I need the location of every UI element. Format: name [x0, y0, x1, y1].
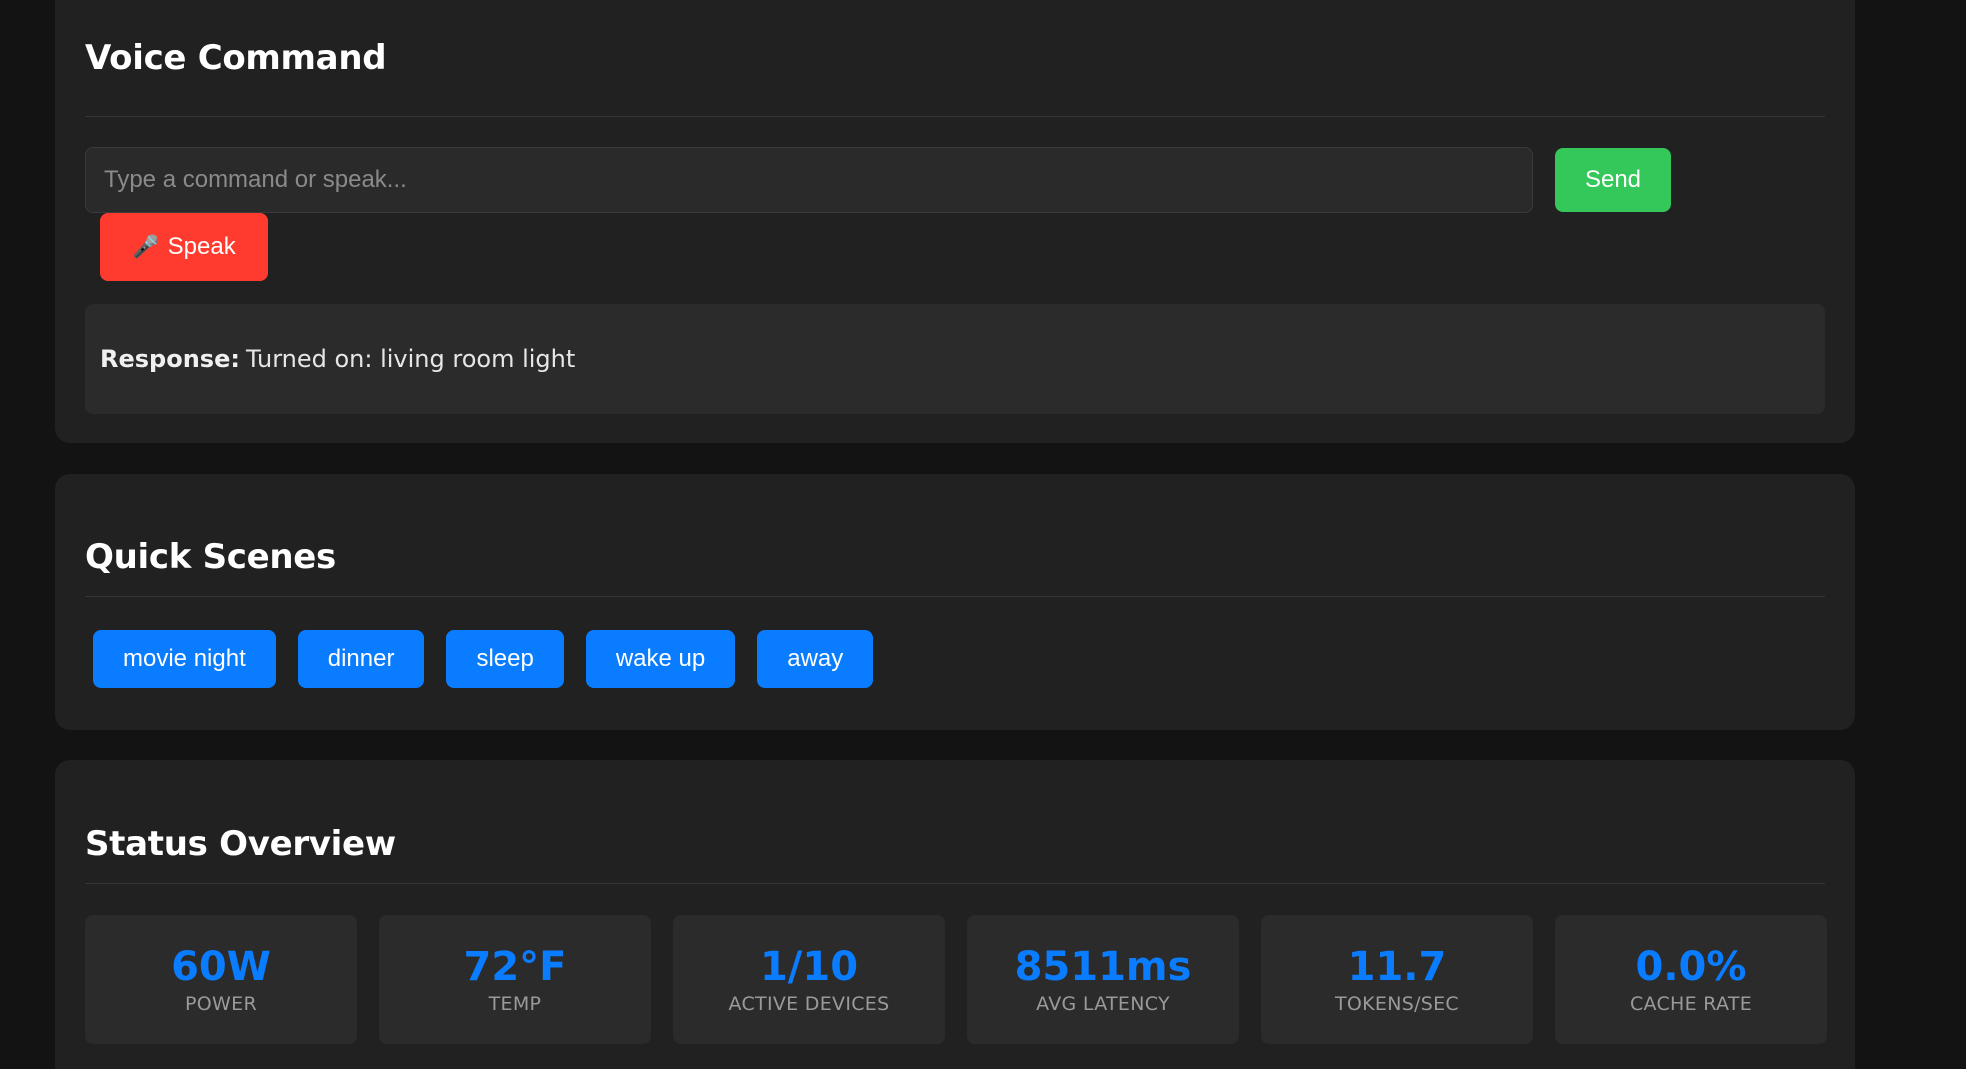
stat-label: AVG LATENCY: [1036, 992, 1170, 1015]
stat-tile-avg-latency: 8511ms AVG LATENCY: [967, 915, 1239, 1044]
stat-value: 1/10: [759, 943, 859, 990]
dashboard-page: Voice Command Send 🎤 Speak Response: Tur…: [0, 0, 1966, 1069]
scene-button-movie-night[interactable]: movie night: [93, 630, 276, 688]
stat-tile-cache-rate: 0.0% CACHE RATE: [1555, 915, 1827, 1044]
stat-label: TOKENS/SEC: [1334, 992, 1460, 1015]
send-button-label: Send: [1584, 166, 1642, 193]
scene-button-list: movie night dinner sleep wake up away: [93, 630, 874, 688]
stat-value: 72°F: [463, 943, 567, 990]
stat-tile-active-devices: 1/10 ACTIVE DEVICES: [673, 915, 945, 1044]
scene-button-sleep[interactable]: sleep: [446, 630, 564, 688]
response-box: Response: Turned on: living room light: [85, 304, 1825, 414]
microphone-icon: 🎤: [132, 234, 160, 259]
scene-button-dinner[interactable]: dinner: [297, 630, 425, 688]
voice-command-divider: [85, 116, 1825, 117]
response-text: Turned on: living room light: [245, 345, 576, 373]
stat-value: 8511ms: [1014, 943, 1192, 990]
stat-label: TEMP: [488, 992, 542, 1015]
voice-command-title: Voice Command: [85, 38, 387, 78]
stat-label: POWER: [185, 992, 257, 1015]
status-overview-title: Status Overview: [85, 824, 396, 864]
quick-scenes-card: Quick Scenes movie night dinner sleep wa…: [55, 474, 1855, 730]
scene-button-wake-up[interactable]: wake up: [585, 630, 736, 688]
stat-tile-temp: 72°F TEMP: [379, 915, 651, 1044]
stat-value: 60W: [171, 943, 271, 990]
stat-label: ACTIVE DEVICES: [728, 992, 890, 1015]
stat-value: 11.7: [1347, 943, 1447, 990]
stat-tile-tokens-per-sec: 11.7 TOKENS/SEC: [1261, 915, 1533, 1044]
command-input[interactable]: [85, 147, 1533, 213]
quick-scenes-divider: [85, 596, 1825, 597]
stat-value: 0.0%: [1635, 943, 1747, 990]
speak-button[interactable]: 🎤 Speak: [100, 213, 268, 281]
send-button[interactable]: Send: [1555, 148, 1671, 212]
status-overview-divider: [85, 883, 1825, 884]
stat-tiles: 60W POWER 72°F TEMP 1/10 ACTIVE DEVICES …: [85, 915, 1827, 1044]
quick-scenes-title: Quick Scenes: [85, 537, 336, 577]
stat-tile-power: 60W POWER: [85, 915, 357, 1044]
speak-button-label: Speak: [167, 233, 236, 260]
response-label: Response:: [100, 345, 240, 373]
status-overview-card: Status Overview 60W POWER 72°F TEMP 1/10…: [55, 760, 1855, 1069]
stat-label: CACHE RATE: [1629, 992, 1753, 1015]
scene-button-away[interactable]: away: [757, 630, 874, 688]
voice-command-card: Voice Command Send 🎤 Speak Response: Tur…: [55, 0, 1855, 443]
